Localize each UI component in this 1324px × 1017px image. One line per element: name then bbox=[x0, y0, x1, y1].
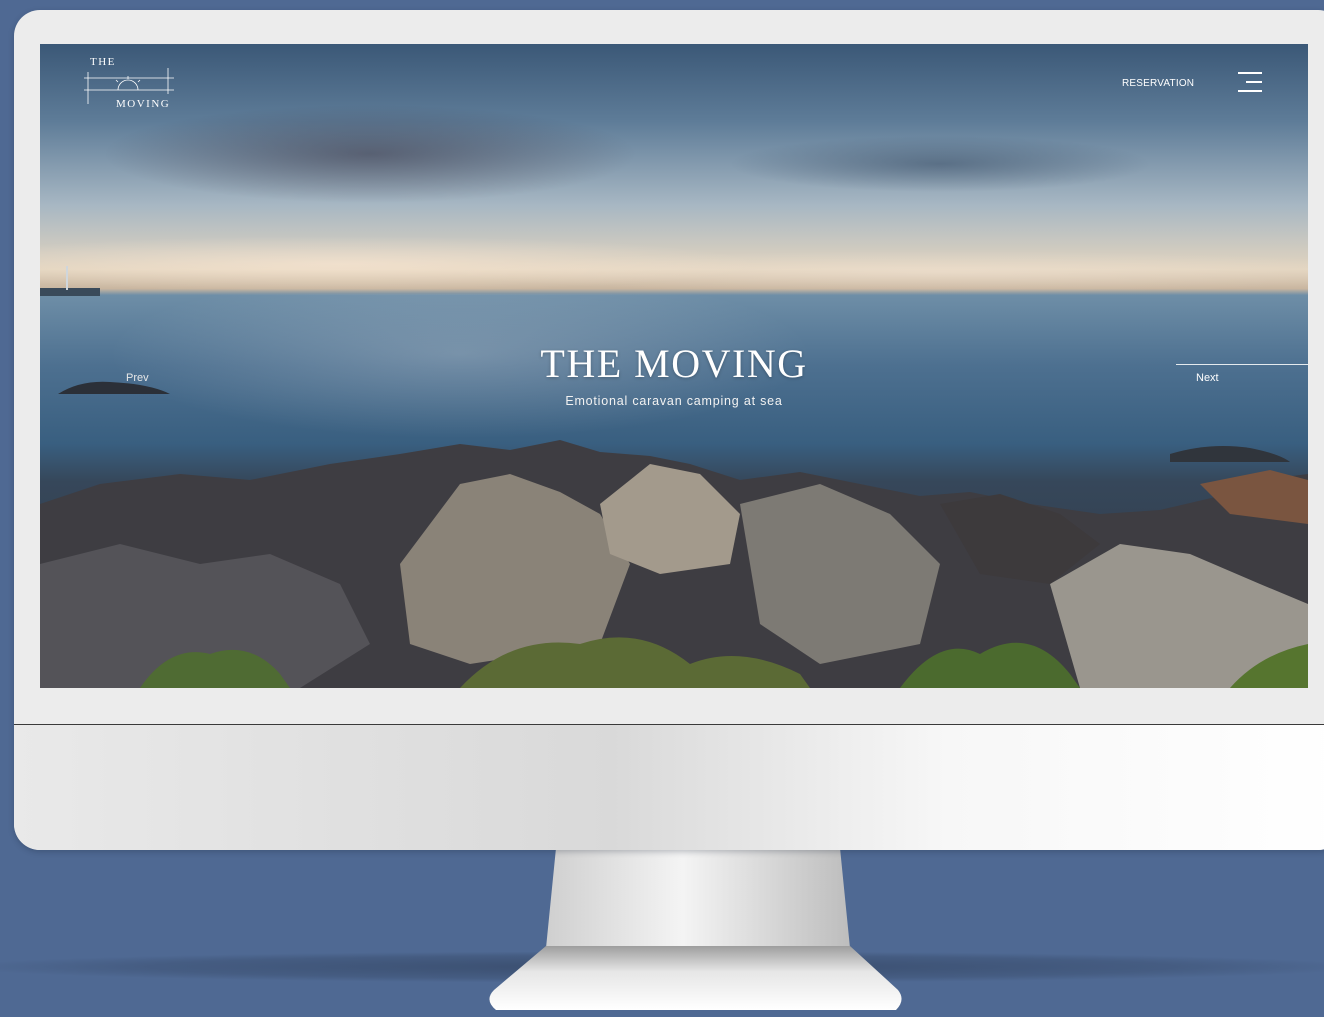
website-screen: THE MOVING RESERVATION THE MOVING Emotio… bbox=[40, 44, 1308, 688]
reservation-link[interactable]: RESERVATION bbox=[1122, 78, 1194, 89]
next-indicator-line bbox=[1176, 364, 1308, 365]
logo-text-moving: MOVING bbox=[116, 98, 171, 110]
monitor: THE MOVING RESERVATION THE MOVING Emotio… bbox=[14, 10, 1324, 850]
hero-subtitle: Emotional caravan camping at sea bbox=[565, 394, 783, 408]
next-slide-button[interactable]: Next bbox=[1196, 372, 1219, 384]
hamburger-menu-icon[interactable] bbox=[1238, 72, 1262, 92]
brand-logo[interactable]: THE MOVING bbox=[84, 56, 180, 112]
prev-slide-button[interactable]: Prev bbox=[126, 372, 149, 384]
floor-shadow bbox=[0, 952, 1324, 982]
hero-title: THE MOVING bbox=[540, 341, 808, 386]
monitor-chin bbox=[14, 724, 1324, 850]
